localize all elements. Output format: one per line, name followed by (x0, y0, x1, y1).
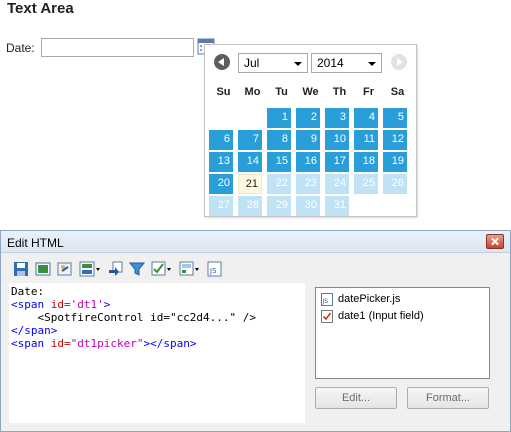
file-label: datePicker.js (338, 293, 401, 305)
calendar-day[interactable]: 13 (209, 152, 233, 172)
file-label: date1 (Input field) (338, 310, 424, 322)
calendar-day[interactable]: 11 (354, 130, 378, 150)
chevron-down-icon (368, 62, 376, 66)
year-select-value: 2014 (317, 56, 344, 70)
calendar-day[interactable]: 27 (209, 196, 233, 216)
format-button[interactable]: Format... (407, 387, 489, 409)
insert-control-icon[interactable] (79, 261, 101, 277)
weekday-header-fr: Fr (363, 86, 374, 98)
calendar-day[interactable]: 26 (383, 174, 407, 194)
insert-filter-icon[interactable] (129, 261, 145, 277)
edit-html-dialog: Edit HTML JS Date: <span id='dt1'> <Spot… (0, 230, 511, 432)
code-token: id= (50, 298, 71, 311)
calendar-day[interactable]: 9 (296, 130, 320, 150)
text-area-title: Text Area (7, 0, 74, 17)
weekday-header-su: Su (216, 86, 231, 98)
previous-month-icon[interactable] (214, 54, 230, 70)
calendar-day[interactable]: 4 (354, 108, 378, 128)
html-code-editor[interactable]: Date: <span id='dt1'> <SpotfireControl i… (9, 283, 305, 423)
calendar-day[interactable]: 5 (383, 108, 407, 128)
weekday-header-mo: Mo (244, 86, 261, 98)
file-list: JS datePicker.js date1 (Input field) (315, 287, 490, 379)
code-token: id= (50, 337, 71, 350)
svg-text:JS: JS (209, 267, 217, 275)
calendar-day[interactable]: 23 (296, 174, 320, 194)
weekday-header-we: We (302, 86, 319, 98)
datepicker-popup: Jul 2014 Su Mo Tu We Th Fr Sa 1234567891… (204, 44, 417, 217)
code-token: <SpotfireControl id="cc2d4..." /> (11, 311, 257, 324)
code-token: "dt1picker" (70, 337, 144, 350)
code-token: <span (11, 337, 51, 350)
calendar-day[interactable]: 30 (296, 196, 320, 216)
calendar-day[interactable]: 7 (238, 130, 262, 150)
month-select-value: Jul (244, 56, 260, 70)
calendar-day[interactable]: 24 (325, 174, 349, 194)
code-token: > (103, 298, 111, 311)
calendar-day[interactable]: 16 (296, 152, 320, 172)
edit-button[interactable]: Edit... (315, 387, 397, 409)
calendar-day[interactable]: 22 (267, 174, 291, 194)
calendar-day[interactable]: 21 (238, 174, 262, 194)
close-icon[interactable] (486, 234, 504, 249)
svg-text:JS: JS (322, 298, 329, 305)
input-field-icon (321, 310, 333, 323)
chevron-down-icon (294, 62, 302, 66)
code-line: Date: (11, 285, 44, 298)
calendar-day[interactable]: 12 (383, 130, 407, 150)
calendar-day[interactable]: 18 (354, 152, 378, 172)
code-token: Date: (11, 285, 45, 298)
code-token: 'dt1' (70, 298, 104, 311)
weekday-header-sa: Sa (390, 86, 405, 98)
calendar-day[interactable]: 14 (238, 152, 262, 172)
calendar-day[interactable]: 8 (267, 130, 291, 150)
date-input[interactable] (41, 38, 194, 57)
insert-calculated-value-icon[interactable] (179, 261, 201, 277)
code-line: <SpotfireControl id="cc2d4..." /> (11, 311, 256, 324)
calendar-day[interactable]: 15 (267, 152, 291, 172)
code-token: <span (11, 298, 51, 311)
insert-property-icon[interactable] (107, 261, 123, 277)
dialog-title: Edit HTML (7, 236, 64, 250)
code-line: <span id="dt1picker"></span> (11, 337, 196, 350)
date-label: Date: (6, 41, 35, 55)
calendar-day[interactable]: 3 (325, 108, 349, 128)
javascript-file-icon: JS (321, 293, 333, 306)
calendar-day[interactable]: 19 (383, 152, 407, 172)
insert-action-icon[interactable] (151, 261, 173, 277)
list-item-datepicker-js[interactable]: JS datePicker.js (321, 292, 486, 308)
calendar-day[interactable]: 2 (296, 108, 320, 128)
weekday-header-tu: Tu (275, 86, 288, 98)
save-icon[interactable] (13, 261, 29, 277)
editor-toolbar: JS (9, 259, 239, 281)
calendar-day[interactable]: 29 (267, 196, 291, 216)
code-line: <span id='dt1'> (11, 298, 110, 311)
insert-link-icon[interactable] (57, 261, 73, 277)
next-month-icon[interactable] (391, 54, 407, 70)
calendar-day[interactable]: 31 (325, 196, 349, 216)
calendar-day[interactable]: 20 (209, 174, 233, 194)
insert-javascript-icon[interactable]: JS (207, 261, 223, 277)
code-token: ></span> (143, 337, 197, 350)
calendar-day[interactable]: 1 (267, 108, 291, 128)
list-item-date1-input-field[interactable]: date1 (Input field) (321, 309, 486, 325)
calendar-day[interactable]: 25 (354, 174, 378, 194)
year-select[interactable]: 2014 (311, 53, 382, 73)
calendar-day[interactable]: 28 (238, 196, 262, 216)
calendar-day[interactable]: 6 (209, 130, 233, 150)
month-select[interactable]: Jul (238, 53, 308, 73)
calendar-day[interactable]: 10 (325, 130, 349, 150)
calendar-day[interactable]: 17 (325, 152, 349, 172)
code-line: </span> (11, 324, 57, 337)
weekday-header-th: Th (332, 86, 347, 98)
insert-image-icon[interactable] (35, 261, 51, 277)
code-token: </span> (11, 324, 58, 337)
dialog-titlebar[interactable]: Edit HTML (1, 231, 510, 253)
